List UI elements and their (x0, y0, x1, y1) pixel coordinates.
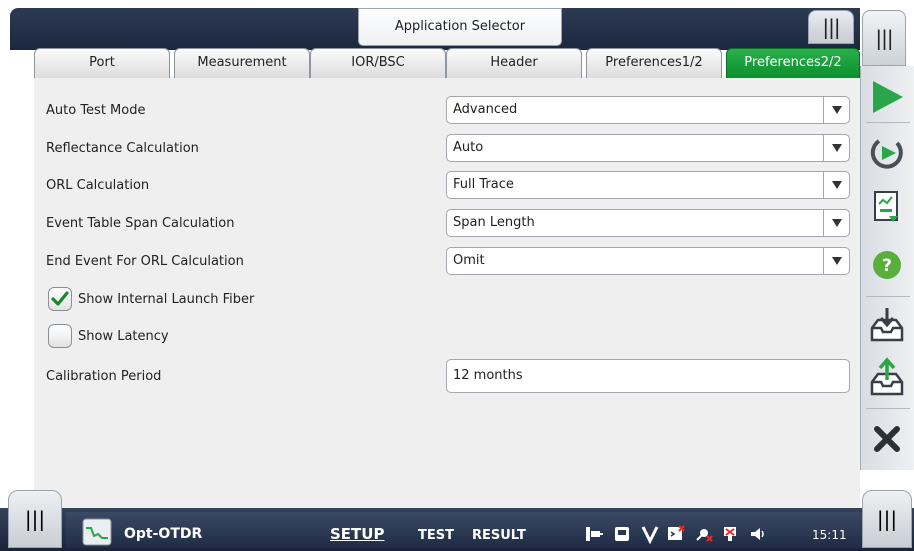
help-icon[interactable]: ? (862, 240, 912, 290)
save-icon[interactable] (862, 300, 912, 350)
tab-preferences1[interactable]: Preferences1/2 (586, 48, 722, 78)
tab-bar: Port Measurement IOR/BSC Header Preferen… (34, 48, 864, 78)
tab-measurement[interactable]: Measurement (174, 48, 310, 78)
toolbar-divider (866, 122, 910, 123)
orl-calculation-select[interactable]: Full Trace (446, 171, 850, 199)
nav-test[interactable]: TEST (418, 528, 454, 543)
upload-icon[interactable] (862, 352, 912, 402)
auto-test-mode-label: Auto Test Mode (46, 103, 146, 118)
toolbar-divider (866, 296, 910, 297)
application-selector-button[interactable]: Application Selector (358, 8, 562, 46)
orl-calculation-label: ORL Calculation (46, 178, 150, 193)
nav-result[interactable]: RESULT (472, 528, 526, 543)
bottom-left-grip-handle[interactable]: ||| (8, 490, 62, 548)
show-internal-launch-fiber-checkbox[interactable] (48, 287, 72, 311)
event-table-span-value: Span Length (453, 215, 535, 230)
bottom-right-grip-handle[interactable]: ||| (862, 490, 912, 548)
calibration-period-label: Calibration Period (46, 369, 162, 384)
show-latency-checkbox[interactable] (48, 324, 72, 348)
chevron-down-icon (823, 210, 849, 236)
speaker-icon (751, 528, 764, 540)
otdr-app-icon[interactable] (82, 518, 112, 546)
tab-header[interactable]: Header (446, 48, 582, 78)
toolbar-divider (866, 408, 910, 409)
report-icon[interactable] (862, 182, 912, 232)
tab-port[interactable]: Port (34, 48, 170, 78)
show-latency-label: Show Latency (78, 328, 169, 344)
tab-preferences2[interactable]: Preferences2/2 (726, 48, 860, 78)
play-icon[interactable] (862, 72, 912, 122)
chevron-down-icon (823, 97, 849, 123)
chevron-down-icon (823, 248, 849, 274)
satellite-error-icon (696, 529, 713, 542)
svg-text:?: ? (882, 256, 892, 276)
end-event-orl-select[interactable]: Omit (446, 247, 850, 275)
show-latency-row[interactable]: Show Latency (48, 324, 169, 348)
show-internal-launch-fiber-label: Show Internal Launch Fiber (78, 291, 255, 307)
panel-grip-handle[interactable]: ||| (808, 10, 854, 44)
storage-icon (615, 527, 629, 541)
auto-test-mode-value: Advanced (453, 102, 518, 117)
power-plug-icon (586, 527, 603, 541)
network-error-icon (724, 527, 736, 541)
chevron-down-icon (823, 172, 849, 198)
calibration-period-field[interactable]: 12 months (446, 359, 850, 393)
orl-calculation-value: Full Trace (453, 177, 514, 192)
checkmark-icon (51, 291, 69, 306)
terminal-error-icon (668, 525, 685, 540)
reflectance-calculation-select[interactable]: Auto (446, 134, 850, 162)
end-event-orl-label: End Event For ORL Calculation (46, 254, 244, 269)
reflectance-calculation-value: Auto (453, 140, 484, 155)
repeat-play-icon[interactable] (862, 128, 912, 178)
app-name: Opt-OTDR (124, 526, 203, 542)
event-table-span-select[interactable]: Span Length (446, 209, 850, 237)
tab-ior-bsc[interactable]: IOR/BSC (310, 48, 446, 78)
close-icon[interactable] (862, 414, 912, 464)
reflectance-calculation-label: Reflectance Calculation (46, 141, 199, 156)
signal-v-icon (641, 526, 659, 544)
toolbar-grip-handle[interactable]: ||| (862, 10, 906, 66)
event-table-span-label: Event Table Span Calculation (46, 216, 235, 231)
chevron-down-icon (823, 135, 849, 161)
show-internal-launch-fiber-row[interactable]: Show Internal Launch Fiber (48, 287, 254, 311)
clock: 15:11 (812, 528, 847, 542)
nav-setup[interactable]: SETUP (330, 525, 384, 543)
auto-test-mode-select[interactable]: Advanced (446, 96, 850, 124)
end-event-orl-value: Omit (453, 253, 485, 268)
